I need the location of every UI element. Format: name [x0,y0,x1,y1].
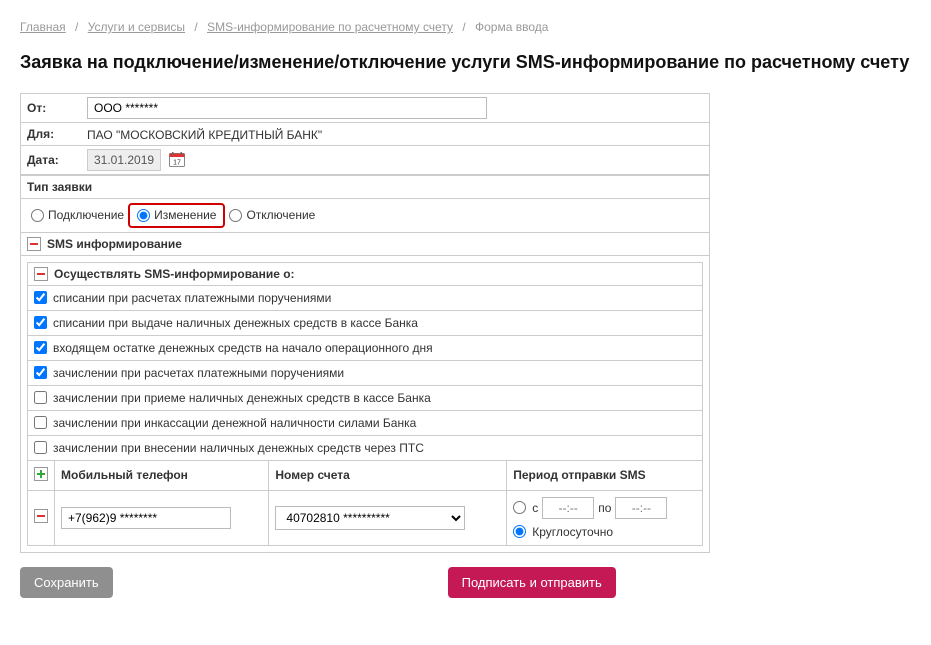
breadcrumb-sep: / [462,20,465,34]
period-allday-radio[interactable] [513,525,526,538]
phone-table: Мобильный телефон Номер счета Период отп… [28,460,702,545]
check-opt-4[interactable] [34,391,47,404]
inform-about-header: Осуществлять SMS-информирование о: [54,267,295,281]
breadcrumb: Главная / Услуги и сервисы / SMS-информи… [20,20,911,34]
add-column-header [28,460,55,490]
check-label-1: списании при выдаче наличных денежных ср… [53,316,418,330]
radio-disconnect-input[interactable] [229,209,242,222]
page-title: Заявка на подключение/изменение/отключен… [20,52,911,73]
breadcrumb-current: Форма ввода [475,20,548,34]
period-to-label: по [598,501,611,515]
from-input[interactable] [87,97,487,119]
check-label-5: зачислении при инкассации денежной налич… [53,416,416,430]
phone-header: Мобильный телефон [55,460,269,490]
button-row: Сохранить Подписать и отправить [20,567,710,598]
check-label-4: зачислении при приеме наличных денежных … [53,391,431,405]
check-opt-1[interactable] [34,316,47,329]
request-type-group: Подключение Изменение Отключение [21,199,709,233]
time-from-input[interactable] [542,497,594,519]
submit-button[interactable]: Подписать и отправить [448,567,616,598]
sms-section-header: SMS информирование [21,233,709,256]
date-label: Дата: [21,149,81,171]
check-label-2: входящем остатке денежных средств на нач… [53,341,433,355]
svg-text:17: 17 [173,159,181,166]
form-container: От: Для: ПАО "МОСКОВСКИЙ КРЕДИТНЫЙ БАНК"… [20,93,710,553]
radio-change-input[interactable] [137,209,150,222]
collapse-icon[interactable] [27,237,41,251]
check-label-6: зачислении при внесении наличных денежны… [53,441,424,455]
check-opt-2[interactable] [34,341,47,354]
check-label-0: списании при расчетах платежными поручен… [53,291,331,305]
breadcrumb-link-services[interactable]: Услуги и сервисы [88,20,185,34]
account-header: Номер счета [269,460,507,490]
time-to-input[interactable] [615,497,667,519]
radio-disconnect[interactable]: Отключение [225,206,319,224]
from-label: От: [21,97,81,119]
date-value: 31.01.2019 [87,149,161,171]
breadcrumb-sep: / [75,20,78,34]
period-allday-label: Круглосуточно [532,525,613,539]
remove-row-icon[interactable] [34,512,48,526]
sms-section-title: SMS информирование [47,237,182,251]
for-label: Для: [21,123,81,145]
highlighted-change-option: Изменение [128,203,225,228]
period-header: Период отправки SMS [507,460,702,490]
radio-connect-label: Подключение [48,208,124,222]
radio-connect[interactable]: Подключение [27,206,128,224]
collapse-icon[interactable] [34,267,48,281]
check-label-3: зачислении при расчетах платежными поруч… [53,366,344,380]
check-opt-3[interactable] [34,366,47,379]
period-from-label: с [532,501,538,515]
check-opt-0[interactable] [34,291,47,304]
check-opt-6[interactable] [34,441,47,454]
request-type-label: Тип заявки [21,175,709,199]
breadcrumb-link-home[interactable]: Главная [20,20,66,34]
breadcrumb-link-sms[interactable]: SMS-информирование по расчетному счету [207,20,453,34]
breadcrumb-sep: / [194,20,197,34]
table-row: 40702810 ********** с по Круглосуточно [28,490,702,545]
save-button[interactable]: Сохранить [20,567,113,598]
calendar-icon[interactable]: 17 [169,152,185,170]
radio-change[interactable]: Изменение [133,206,220,224]
add-row-icon[interactable] [34,470,48,484]
radio-connect-input[interactable] [31,209,44,222]
period-range-radio[interactable] [513,501,526,514]
for-value: ПАО "МОСКОВСКИЙ КРЕДИТНЫЙ БАНК" [87,128,322,142]
account-select[interactable]: 40702810 ********** [275,506,465,530]
radio-change-label: Изменение [154,208,216,222]
sms-options-table: Осуществлять SMS-информирование о: списа… [27,262,703,546]
check-opt-5[interactable] [34,416,47,429]
radio-disconnect-label: Отключение [246,208,315,222]
phone-input[interactable] [61,507,231,529]
